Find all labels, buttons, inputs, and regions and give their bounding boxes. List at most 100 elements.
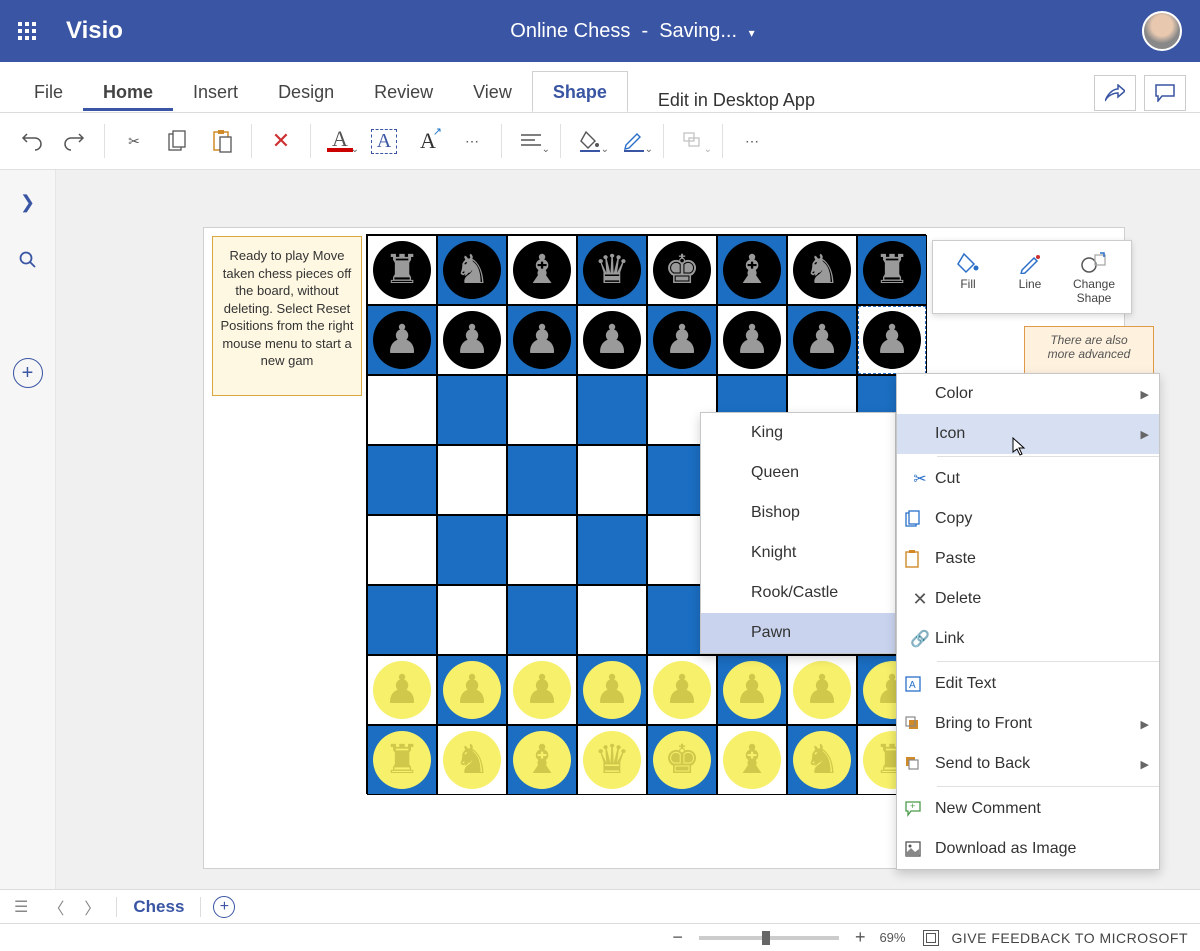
board-square[interactable]	[437, 515, 507, 585]
chess-piece[interactable]: ♞	[443, 731, 501, 789]
copy-button[interactable]	[157, 121, 199, 161]
undo-button[interactable]	[10, 121, 52, 161]
tab-shape[interactable]: Shape	[532, 71, 628, 112]
chess-piece[interactable]: ♟	[373, 661, 431, 719]
ctx-icon[interactable]: Icon▶	[897, 414, 1159, 454]
tab-home[interactable]: Home	[83, 72, 173, 111]
more-text-button[interactable]: ⋯	[451, 121, 493, 161]
chess-piece[interactable]: ♚	[653, 731, 711, 789]
board-square[interactable]: ♚	[647, 235, 717, 305]
board-square[interactable]: ♟	[577, 305, 647, 375]
shapes-panel-toggle[interactable]: ❯	[8, 182, 48, 222]
chess-piece[interactable]: ♝	[513, 241, 571, 299]
ctx-new-comment[interactable]: +New Comment	[897, 789, 1159, 829]
ctx-link[interactable]: 🔗Link	[897, 619, 1159, 659]
board-square[interactable]: ♟	[437, 305, 507, 375]
chess-piece[interactable]: ♟	[653, 661, 711, 719]
submenu-item[interactable]: Queen	[701, 453, 895, 493]
board-square[interactable]	[507, 445, 577, 515]
board-square[interactable]	[507, 375, 577, 445]
chess-piece[interactable]: ♚	[653, 241, 711, 299]
board-square[interactable]	[577, 585, 647, 655]
font-color-button[interactable]: A	[319, 121, 361, 161]
text-rotate-button[interactable]: A	[407, 121, 449, 161]
fit-page-button[interactable]	[923, 930, 939, 946]
board-square[interactable]: ♟	[507, 655, 577, 725]
chess-piece[interactable]: ♟	[373, 311, 431, 369]
board-square[interactable]	[507, 585, 577, 655]
chess-piece[interactable]: ♜	[863, 241, 921, 299]
submenu-item[interactable]: Bishop	[701, 493, 895, 533]
board-square[interactable]: ♝	[717, 235, 787, 305]
chess-piece[interactable]: ♟	[443, 311, 501, 369]
share-button[interactable]	[1094, 75, 1136, 111]
board-square[interactable]: ♟	[857, 305, 927, 375]
board-square[interactable]: ♞	[437, 235, 507, 305]
chess-piece[interactable]: ♜	[373, 731, 431, 789]
board-square[interactable]	[577, 515, 647, 585]
chess-piece[interactable]: ♟	[513, 311, 571, 369]
chess-piece[interactable]: ♝	[513, 731, 571, 789]
chess-piece[interactable]: ♟	[723, 661, 781, 719]
chess-piece[interactable]: ♟	[443, 661, 501, 719]
ctx-delete[interactable]: ✕Delete	[897, 579, 1159, 619]
ctx-download-image[interactable]: Download as Image	[897, 829, 1159, 869]
ctx-paste[interactable]: Paste	[897, 539, 1159, 579]
more-commands-button[interactable]: ⋯	[731, 121, 773, 161]
board-square[interactable]: ♟	[437, 655, 507, 725]
board-square[interactable]: ♚	[647, 725, 717, 795]
board-square[interactable]: ♟	[717, 305, 787, 375]
chess-piece[interactable]: ♞	[793, 731, 851, 789]
board-square[interactable]	[507, 515, 577, 585]
board-square[interactable]: ♟	[367, 655, 437, 725]
chess-piece[interactable]: ♟	[793, 311, 851, 369]
chess-piece[interactable]: ♟	[513, 661, 571, 719]
instruction-note[interactable]: Ready to play Move taken chess pieces of…	[212, 236, 362, 396]
pages-list-button[interactable]: ☰	[10, 897, 32, 917]
chess-piece[interactable]: ♟	[583, 661, 641, 719]
chess-piece[interactable]: ♟	[723, 311, 781, 369]
prev-page-button[interactable]: 〈	[44, 895, 68, 919]
chess-piece[interactable]: ♝	[723, 241, 781, 299]
tab-review[interactable]: Review	[354, 72, 453, 111]
chess-piece[interactable]: ♞	[443, 241, 501, 299]
mini-line-button[interactable]: Line	[999, 247, 1061, 307]
mini-change-shape-button[interactable]: Change Shape	[1061, 247, 1127, 307]
board-square[interactable]	[437, 445, 507, 515]
board-square[interactable]: ♞	[787, 725, 857, 795]
board-square[interactable]	[577, 445, 647, 515]
tab-design[interactable]: Design	[258, 72, 354, 111]
chess-piece[interactable]: ♛	[583, 241, 641, 299]
zoom-out-button[interactable]: −	[664, 927, 691, 948]
chess-piece[interactable]: ♞	[793, 241, 851, 299]
board-square[interactable]	[437, 585, 507, 655]
board-square[interactable]: ♟	[787, 655, 857, 725]
edit-in-desktop-button[interactable]: Edit in Desktop App	[658, 90, 815, 111]
board-square[interactable]: ♜	[857, 235, 927, 305]
board-square[interactable]: ♜	[367, 725, 437, 795]
feedback-link[interactable]: GIVE FEEDBACK TO MICROSOFT	[951, 930, 1188, 946]
add-stencil-button[interactable]: +	[13, 358, 43, 388]
board-square[interactable]: ♟	[577, 655, 647, 725]
board-square[interactable]	[577, 375, 647, 445]
tab-insert[interactable]: Insert	[173, 72, 258, 111]
user-avatar[interactable]	[1142, 11, 1182, 51]
board-square[interactable]: ♛	[577, 725, 647, 795]
submenu-item[interactable]: Rook/Castle	[701, 573, 895, 613]
board-square[interactable]	[437, 375, 507, 445]
fill-color-button[interactable]	[569, 121, 611, 161]
chess-piece[interactable]: ♟	[583, 311, 641, 369]
board-square[interactable]: ♛	[577, 235, 647, 305]
document-title[interactable]: Online Chess - Saving... ▾	[123, 20, 1142, 43]
submenu-item[interactable]: Pawn	[701, 613, 895, 653]
app-launcher-icon[interactable]	[18, 22, 36, 40]
board-square[interactable]: ♝	[507, 725, 577, 795]
tab-view[interactable]: View	[453, 72, 532, 111]
board-square[interactable]: ♜	[367, 235, 437, 305]
board-square[interactable]: ♟	[787, 305, 857, 375]
arrange-button[interactable]	[672, 121, 714, 161]
ctx-bring-front[interactable]: Bring to Front▶	[897, 704, 1159, 744]
chess-piece[interactable]: ♜	[373, 241, 431, 299]
submenu-item[interactable]: Knight	[701, 533, 895, 573]
redo-button[interactable]	[54, 121, 96, 161]
